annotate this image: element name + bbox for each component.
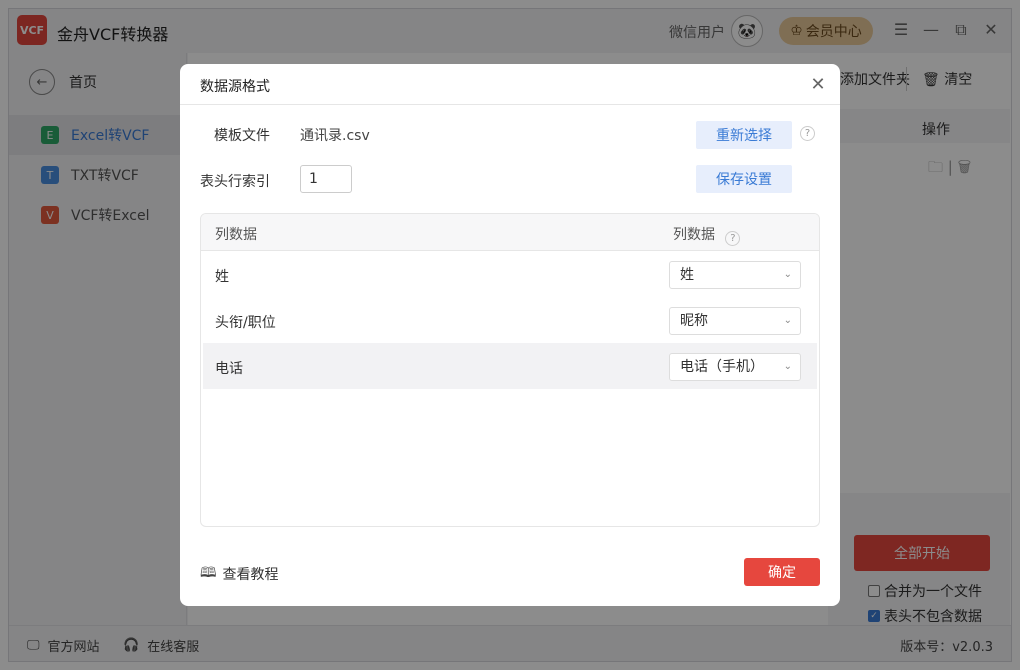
confirm-button[interactable]: 确定 <box>744 558 820 586</box>
table-row: 电话 电话（手机） ⌄ <box>203 343 817 389</box>
target-field-select[interactable]: 姓 ⌄ <box>669 261 801 289</box>
target-field-select[interactable]: 昵称 ⌄ <box>669 307 801 335</box>
dialog-title: 数据源格式 <box>200 79 270 95</box>
target-field-value: 姓 <box>680 267 694 283</box>
table-row: 头衔/职位 昵称 ⌄ <box>201 297 819 343</box>
target-field-select[interactable]: 电话（手机） ⌄ <box>669 353 801 381</box>
source-column-header: 列数据 <box>215 227 257 243</box>
close-icon[interactable]: ✕ <box>808 74 828 95</box>
book-icon: 🕮 <box>200 565 217 581</box>
chevron-down-icon: ⌄ <box>783 269 792 280</box>
target-field-value: 电话（手机） <box>680 359 764 375</box>
source-field: 电话 <box>215 361 243 377</box>
view-tutorial-label: 查看教程 <box>222 567 279 583</box>
help-icon[interactable]: ? <box>800 126 815 141</box>
target-column-header-label: 列数据 <box>673 227 715 243</box>
chevron-down-icon: ⌄ <box>783 361 792 372</box>
table-row: 姓 姓 ⌄ <box>201 251 819 297</box>
data-source-format-dialog: 数据源格式 ✕ 模板文件 通讯录.csv 重新选择 ? 表头行索引 1 保存设置… <box>180 64 840 606</box>
target-column-header: 列数据 ? <box>673 224 741 246</box>
column-mapping-table: 列数据 列数据 ? 姓 姓 ⌄ 头衔/职位 昵称 ⌄ 电话 电话（手机） ⌄ <box>200 213 820 527</box>
dialog-divider <box>180 104 840 105</box>
source-field: 头衔/职位 <box>215 315 276 331</box>
table-header: 列数据 列数据 ? <box>201 214 819 251</box>
header-index-label: 表头行索引 <box>200 174 270 190</box>
view-tutorial-link[interactable]: 🕮 查看教程 <box>200 562 279 586</box>
header-index-input[interactable]: 1 <box>300 165 352 193</box>
reselect-button[interactable]: 重新选择 <box>696 121 792 149</box>
help-icon[interactable]: ? <box>725 231 741 246</box>
save-settings-button[interactable]: 保存设置 <box>696 165 792 193</box>
source-field: 姓 <box>215 269 229 285</box>
chevron-down-icon: ⌄ <box>783 315 792 326</box>
template-file-label: 模板文件 <box>214 128 270 144</box>
template-file-name: 通讯录.csv <box>300 128 370 144</box>
target-field-value: 昵称 <box>680 313 708 329</box>
